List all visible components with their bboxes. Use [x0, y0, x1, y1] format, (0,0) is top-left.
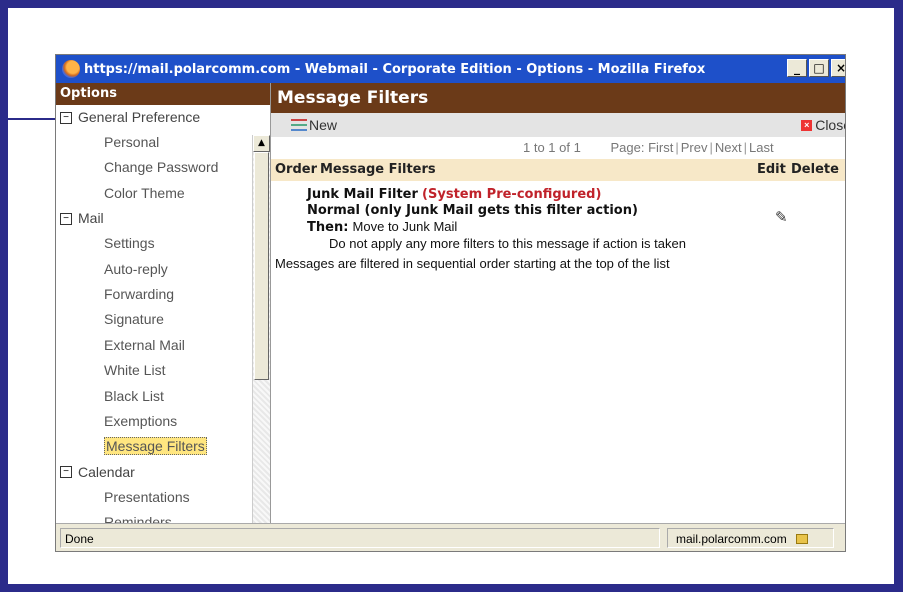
- filters-toolbar: New × Close: [271, 113, 845, 137]
- page-title: Message Filters: [271, 83, 845, 113]
- domain-label: mail.polarcomm.com: [676, 532, 787, 546]
- page-last-link[interactable]: Last: [749, 140, 774, 155]
- collapse-icon[interactable]: −: [60, 111, 72, 124]
- maximize-button[interactable]: □: [809, 59, 829, 77]
- close-window-button[interactable]: ×: [831, 59, 845, 77]
- slide-accent-line: [8, 118, 62, 120]
- scroll-up-icon[interactable]: ▲: [253, 135, 270, 152]
- sidebar-item-label: Message Filters: [104, 437, 207, 456]
- then-value: Move to Junk Mail: [352, 219, 458, 234]
- sidebar-item-label: Settings: [104, 235, 155, 252]
- status-bar: Done mail.polarcomm.com: [56, 523, 845, 551]
- page-label: Page:: [610, 140, 645, 155]
- lock-icon[interactable]: [796, 534, 809, 544]
- sidebar-item-black-list[interactable]: Black List: [56, 384, 270, 409]
- sidebar-item-label: Color Theme: [104, 184, 185, 201]
- filter-stop-rule: Do not apply any more filters to this me…: [329, 236, 686, 251]
- filter-condition: Normal (only Junk Mail gets this filter …: [307, 203, 638, 218]
- column-message-filters: Message Filters: [320, 162, 436, 177]
- tree-group-mail[interactable]: − Mail: [56, 206, 270, 231]
- sidebar-item-external-mail[interactable]: External Mail: [56, 333, 270, 358]
- sidebar-item-presentations[interactable]: Presentations: [56, 485, 270, 510]
- sidebar-item-label: Reminders: [104, 514, 172, 523]
- tree-group-label: General Preference: [78, 109, 201, 125]
- tree-group-general-preference[interactable]: − General Preference: [56, 105, 270, 130]
- result-count: 1 to 1 of 1: [523, 140, 581, 155]
- minimize-button[interactable]: _: [787, 59, 807, 77]
- table-row: Junk Mail Filter (System Pre-configured)…: [271, 181, 845, 252]
- tree-group-label: Calendar: [78, 463, 135, 480]
- slide-top-bar: [0, 0, 903, 8]
- sidebar-item-label: Signature: [104, 311, 164, 328]
- message-filters-panel: Message Filters New × Close 1 to 1 of 1 …: [271, 83, 845, 523]
- then-label: Then:: [307, 220, 349, 235]
- sidebar-item-white-list[interactable]: White List: [56, 358, 270, 383]
- tree-group-label: Mail: [78, 210, 104, 227]
- new-filter-icon: [291, 119, 307, 131]
- pagination: 1 to 1 of 1 Page: First | Prev | Next | Last: [523, 140, 774, 155]
- collapse-icon[interactable]: −: [60, 466, 72, 479]
- sidebar-item-label: Personal: [104, 134, 160, 150]
- sidebar-item-settings[interactable]: Settings: [56, 231, 270, 256]
- column-order: Order: [275, 162, 317, 177]
- sidebar-item-auto-reply[interactable]: Auto-reply: [56, 257, 270, 282]
- page-first-link[interactable]: First: [648, 140, 673, 155]
- close-panel-button[interactable]: × Close: [801, 113, 845, 137]
- sidebar-item-message-filters[interactable]: Message Filters: [56, 434, 270, 459]
- new-filter-label: New: [309, 117, 338, 133]
- edit-pencil-icon[interactable]: ✎: [775, 209, 788, 225]
- page-prev-link[interactable]: Prev: [681, 140, 708, 155]
- browser-window: https://mail.polarcomm.com - Webmail - C…: [56, 55, 845, 551]
- sidebar-item-signature[interactable]: Signature: [56, 307, 270, 332]
- options-tree: − General Preference Personal Change Pas…: [56, 105, 270, 523]
- filter-order-note: Messages are filtered in sequential orde…: [275, 256, 670, 271]
- sidebar-item-color-theme[interactable]: Color Theme: [56, 181, 270, 206]
- tree-group-calendar[interactable]: − Calendar: [56, 460, 270, 485]
- sidebar-item-exemptions[interactable]: Exemptions: [56, 409, 270, 434]
- column-delete: Delete: [791, 162, 839, 177]
- window-titlebar[interactable]: https://mail.polarcomm.com - Webmail - C…: [56, 55, 845, 83]
- sidebar-item-forwarding[interactable]: Forwarding: [56, 282, 270, 307]
- sidebar-item-label: Change Password: [104, 159, 219, 176]
- sidebar-item-change-password[interactable]: Change Password: [56, 155, 270, 180]
- new-filter-button[interactable]: New: [291, 113, 337, 137]
- window-title: https://mail.polarcomm.com - Webmail - C…: [84, 61, 706, 77]
- close-icon: ×: [801, 119, 813, 131]
- filter-title: Junk Mail Filter (System Pre-configured): [307, 187, 845, 203]
- filters-table-header: Order Message Filters Edit Delete: [271, 159, 845, 181]
- collapse-icon[interactable]: −: [60, 212, 72, 225]
- status-domain: mail.polarcomm.com: [667, 528, 834, 548]
- filter-action: Then: Move to Junk Mail: [307, 219, 845, 236]
- sidebar-item-personal[interactable]: Personal: [56, 130, 270, 155]
- sidebar-item-label: Forwarding: [104, 285, 175, 302]
- column-edit: Edit: [757, 162, 786, 177]
- sidebar-item-reminders[interactable]: Reminders: [56, 510, 270, 523]
- status-text: Done: [60, 528, 660, 548]
- sidebar-item-label: External Mail: [104, 336, 185, 353]
- page-next-link[interactable]: Next: [715, 140, 742, 155]
- sidebar-item-label: Exemptions: [104, 412, 178, 429]
- close-label: Close: [815, 117, 845, 133]
- scrollbar-thumb[interactable]: [254, 152, 269, 380]
- sidebar-scrollbar[interactable]: ▲ ▼: [252, 135, 270, 523]
- options-sidebar: Options − General Preference Personal Ch…: [56, 83, 271, 523]
- sidebar-item-label: Auto-reply: [104, 260, 168, 277]
- sidebar-item-label: White List: [104, 362, 166, 379]
- filter-name: Junk Mail Filter: [307, 187, 418, 202]
- firefox-icon: [62, 60, 80, 78]
- sidebar-header: Options: [56, 83, 270, 105]
- window-controls: _ □ ×: [787, 59, 845, 77]
- sidebar-item-label: Black List: [104, 387, 164, 404]
- system-preconfigured-badge: (System Pre-configured): [422, 187, 602, 202]
- sidebar-item-label: Presentations: [104, 488, 190, 505]
